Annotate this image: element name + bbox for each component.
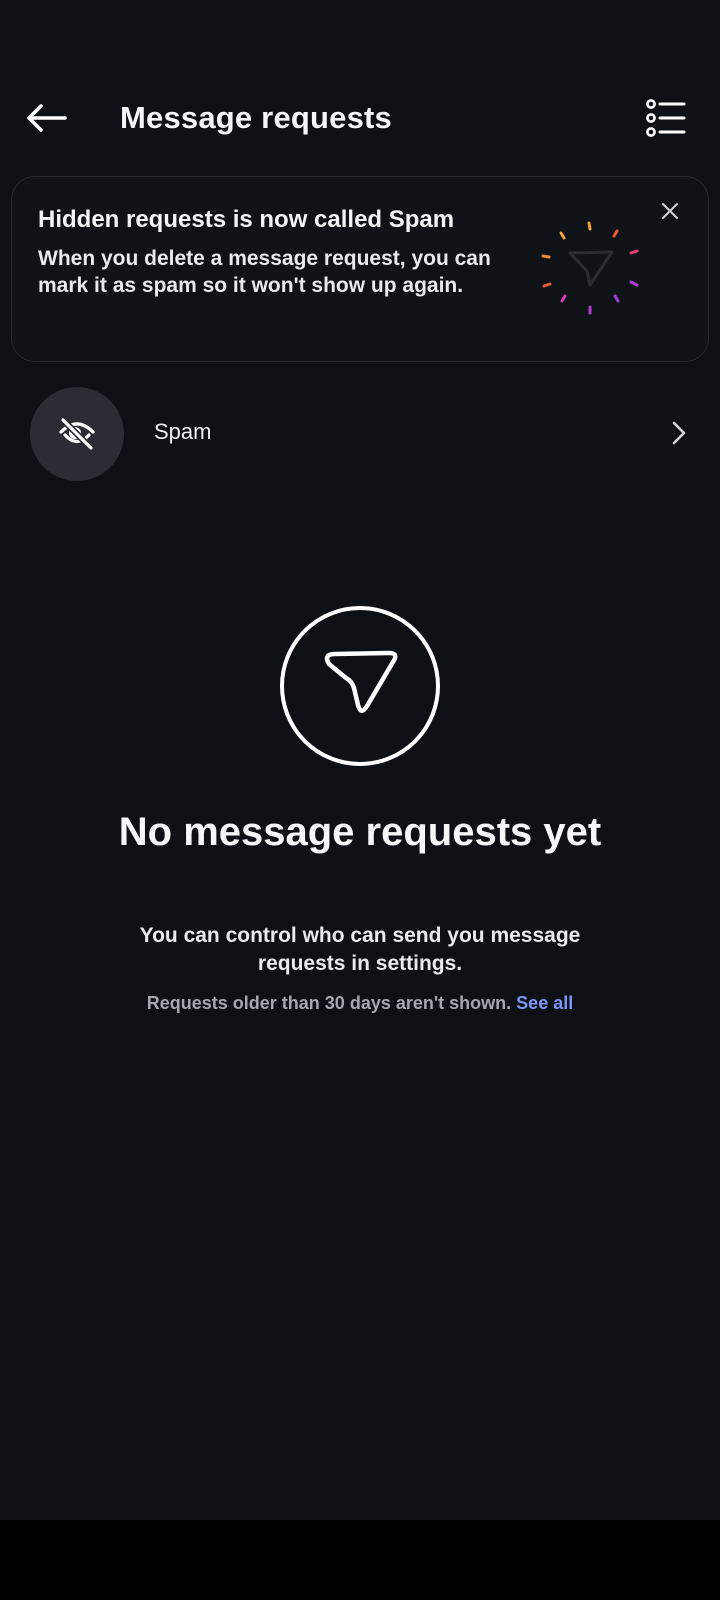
message-requests-screen: Message requests Hidden requests is now … xyxy=(0,0,720,1600)
see-all-link[interactable]: See all xyxy=(516,993,573,1013)
page-title: Message requests xyxy=(120,100,392,135)
spam-folder-row[interactable]: Spam xyxy=(0,382,720,482)
close-icon[interactable] xyxy=(658,199,682,223)
spam-info-banner: Hidden requests is now called Spam When … xyxy=(11,176,709,362)
send-burst-icon xyxy=(541,221,639,315)
banner-body: When you delete a message request, you c… xyxy=(38,247,491,297)
back-button[interactable] xyxy=(22,94,70,142)
older-requests-text: Requests older than 30 days aren't shown… xyxy=(146,993,512,1013)
chevron-right-icon xyxy=(672,421,686,445)
send-circle-icon xyxy=(280,606,440,766)
empty-state-subtitle: You can control who can send you message… xyxy=(139,924,581,975)
eye-slash-icon xyxy=(59,416,95,452)
spam-avatar xyxy=(30,387,124,481)
banner-title: Hidden requests is now called Spam xyxy=(38,206,455,233)
header: Message requests xyxy=(0,80,720,156)
empty-state-title: No message requests yet xyxy=(118,810,602,854)
list-options-button[interactable] xyxy=(642,94,690,142)
arrow-left-icon xyxy=(27,104,67,132)
empty-state-note: Requests older than 30 days aren't shown… xyxy=(60,990,660,1016)
spam-label: Spam xyxy=(154,419,212,444)
list-options-icon xyxy=(646,99,686,137)
system-navigation-bar xyxy=(0,1520,720,1600)
